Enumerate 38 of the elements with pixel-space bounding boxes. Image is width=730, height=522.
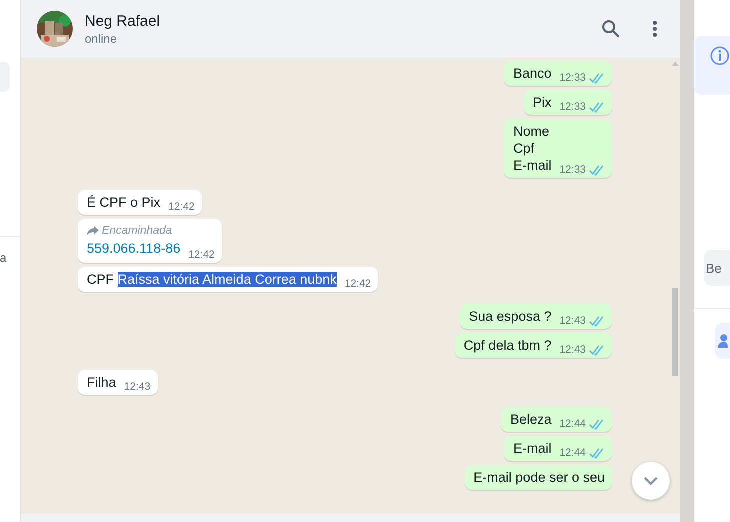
message-time: 12:33 [560, 163, 586, 177]
message-time: 12:33 [560, 100, 586, 114]
message-time: 12:43 [560, 314, 586, 328]
scroll-down-button[interactable] [632, 462, 670, 500]
message-time: 12:44 [560, 446, 586, 460]
forward-arrow-icon [87, 226, 99, 236]
phone-link[interactable]: 559.066.118-86 [87, 239, 181, 259]
action-card[interactable] [715, 323, 730, 359]
message-text: E-mail [513, 440, 552, 457]
message-text: É CPF o Pix [87, 194, 161, 211]
more-dots-icon [652, 20, 658, 38]
message-time: 12:42 [188, 248, 215, 262]
message-time: 12:43 [124, 380, 151, 394]
chevron-down-icon [643, 476, 659, 486]
message-text: Beleza [510, 411, 552, 428]
search-icon [602, 20, 620, 38]
info-icon [710, 46, 730, 66]
message-text: Nome [513, 123, 550, 140]
forwarded-label: Encaminhada [87, 223, 181, 239]
cut-text: a [0, 251, 8, 265]
message-text: Banco [513, 65, 552, 82]
message-time: 12:42 [344, 277, 372, 291]
message-text: Cpf dela tbm ? [464, 337, 552, 354]
message-text: Pix [532, 94, 552, 111]
message-text: CPF Raíssa vitória Almeida Correa nubnk [87, 271, 337, 288]
person-icon [718, 334, 728, 348]
contact-status: online [85, 30, 118, 46]
message-text: Cpf [513, 140, 536, 157]
message-time: 12:42 [168, 200, 195, 214]
contact-name: Neg Rafael [85, 12, 162, 30]
message-text: Sua esposa ? [469, 308, 552, 325]
message-text: Filha [87, 374, 116, 391]
cut-button[interactable]: Be [704, 250, 730, 286]
message-text: E-mail pode ser o seu [474, 469, 605, 486]
message-time: 12:43 [560, 343, 586, 357]
message-time: 12:44 [560, 417, 586, 431]
message-text: E-mail [513, 157, 552, 174]
message-time: 12:33 [560, 71, 586, 85]
